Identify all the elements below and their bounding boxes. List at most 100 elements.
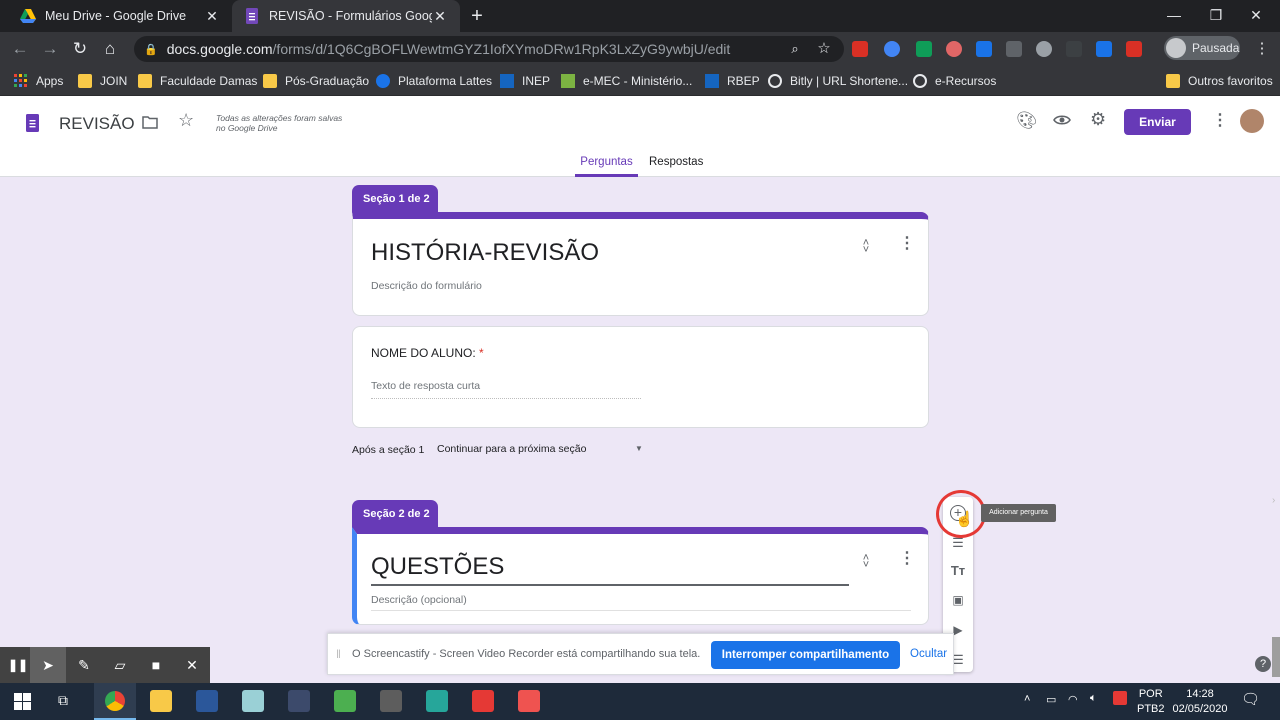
taskbar-chrome[interactable] [94,683,136,720]
app-icon[interactable] [472,690,494,712]
bookmark-apps[interactable]: Apps [14,72,63,90]
scroll-edge: › [1272,495,1276,506]
camera-icon[interactable]: ■ [138,647,174,683]
star-icon[interactable]: ☆ [178,110,194,131]
app-icon[interactable] [380,690,402,712]
bookmark-rbep[interactable]: RBEP [705,72,760,90]
extension-icon[interactable] [884,41,900,57]
stop-sharing-button[interactable]: Interromper compartilhamento [711,641,900,669]
extension-icon[interactable] [1066,41,1082,57]
bookmark-pos-graduacao[interactable]: Pós-Graduação [263,72,369,90]
bookmark-star-icon[interactable]: ☆ [813,38,835,60]
new-tab-button[interactable]: + [466,5,488,27]
app-icon[interactable] [518,690,540,712]
bookmark-join[interactable]: JOIN [78,72,127,90]
restore-icon[interactable]: ❐ [1204,4,1228,26]
scrollbar-thumb[interactable] [1272,637,1280,677]
font-extension-icon[interactable] [1006,41,1022,57]
more-options-icon[interactable]: ⋮ [1212,110,1228,130]
send-button[interactable]: Enviar [1124,109,1191,135]
collapse-section-icon[interactable]: ˄ ˅ [860,553,872,571]
volume-icon[interactable]: 🔈︎ [1090,692,1097,705]
tab-respostas[interactable]: Respostas [649,156,703,168]
task-view-icon[interactable]: ⧉ [58,692,68,709]
form-description[interactable]: Descrição do formulário [371,280,482,292]
tab-perguntas[interactable]: Perguntas [575,156,638,177]
browser-tab-forms[interactable]: REVISÃO - Formulários Google ✕ [232,0,460,32]
bookmark-inep[interactable]: INEP [500,72,550,90]
bookmark-faculdade-damas[interactable]: Faculdade Damas [138,72,257,90]
screencastify-extension-icon[interactable] [1126,41,1142,57]
browser-tab-drive[interactable]: Meu Drive - Google Drive ✕ [8,0,232,32]
section-description-input[interactable]: Descrição (opcional) [371,594,467,606]
sheets-extension-icon[interactable] [916,41,932,57]
bookmark-other-favorites[interactable]: Outros favoritos [1166,72,1273,90]
clock[interactable]: 14:28 02/05/2020 [1172,687,1228,717]
back-icon[interactable]: ← [9,38,31,60]
close-controls-icon[interactable]: ✕ [174,647,210,683]
close-window-icon[interactable]: ✕ [1244,4,1268,26]
pdf-extension-icon[interactable] [852,41,868,57]
language-indicator[interactable]: POR PTB2 [1137,687,1165,717]
battery-icon[interactable]: ▭ [1046,693,1056,706]
app-icon[interactable] [242,690,264,712]
section-2-header-card[interactable]: QUESTÕES Descrição (opcional) ˄ ˅ ⋮ [352,527,929,625]
saved-status: Todas as alterações foram salvas no Goog… [216,113,343,133]
move-to-folder-icon[interactable] [142,115,158,129]
browser-menu-icon[interactable]: ⋮ [1251,38,1273,60]
collapse-section-icon[interactable]: ˄ ˅ [860,238,872,256]
after-section-select[interactable]: Continuar para a próxima seção ▼ [437,443,645,459]
palette-icon[interactable]: 🎨︎ [1016,111,1038,131]
google-forms-logo-icon[interactable] [26,114,39,132]
tray-chevron-icon[interactable]: ˄ [1024,693,1030,705]
section-menu-icon[interactable]: ⋮ [899,551,915,567]
eraser-tool-icon[interactable]: ▱ [102,647,138,683]
extension-icon[interactable] [946,41,962,57]
screencastify-tray-icon[interactable] [1113,691,1127,705]
profile-button[interactable]: Pausada [1164,36,1240,60]
notifications-icon[interactable]: 🗨︎ [1241,690,1260,708]
bookmark-lattes[interactable]: Plataforma Lattes [376,72,492,90]
wifi-icon[interactable]: ◠ [1068,693,1078,706]
add-image-icon[interactable]: ▣ [950,592,966,608]
app-icon[interactable] [426,690,448,712]
bookmark-e-recursos[interactable]: e-Recursos [913,72,996,90]
reload-icon[interactable]: ↻ [69,38,91,60]
bookmark-label: e-MEC - Ministério... [583,74,693,88]
address-bar[interactable]: 🔒 docs.google.com /forms/d/1Q6CgBOFLWewt… [134,36,844,62]
cursor-tool-icon[interactable]: ➤ [30,647,66,683]
hide-button[interactable]: Ocultar [910,648,947,660]
keyboard-layout: PTB2 [1137,703,1165,715]
document-title[interactable]: REVISÃO [59,114,135,134]
section-1-header-card[interactable]: HISTÓRIA-REVISÃO Descrição do formulário… [352,212,929,316]
extension-icon[interactable] [1096,41,1112,57]
bookmark-emec[interactable]: e-MEC - Ministério... [561,72,692,90]
extension-icon[interactable] [1036,41,1052,57]
user-avatar[interactable] [1240,109,1264,133]
home-icon[interactable]: ⌂ [99,38,121,60]
close-tab-icon[interactable]: ✕ [432,8,448,25]
hand-cursor-icon: ☝ [955,511,974,528]
question-card[interactable]: NOME DO ALUNO: * Texto de resposta curta [352,326,929,428]
linkedin-extension-icon[interactable] [976,41,992,57]
help-icon[interactable]: ? [1255,656,1271,672]
section-menu-icon[interactable]: ⋮ [899,236,915,252]
drag-handle-icon[interactable]: ‖ [336,647,341,661]
pen-tool-icon[interactable]: ✎ [66,647,102,683]
zoom-icon[interactable]: ⌕ [784,38,806,60]
bookmark-bitly[interactable]: Bitly | URL Shortene... [768,72,908,90]
minimize-icon[interactable]: — [1162,4,1186,26]
section-2-title[interactable]: QUESTÕES [371,553,504,581]
close-tab-icon[interactable]: ✕ [204,8,220,25]
settings-gear-icon[interactable]: ⚙ [1090,109,1106,130]
section-1-title[interactable]: HISTÓRIA-REVISÃO [371,239,599,267]
file-explorer-icon[interactable] [150,690,172,712]
app-icon[interactable] [288,690,310,712]
app-icon[interactable] [334,690,356,712]
add-title-icon[interactable]: Tт [950,563,966,579]
date: 02/05/2020 [1172,703,1228,715]
preview-eye-icon[interactable] [1053,114,1071,126]
forward-icon[interactable]: → [39,38,61,60]
windows-start-icon[interactable] [14,693,31,710]
word-icon[interactable] [196,690,218,712]
